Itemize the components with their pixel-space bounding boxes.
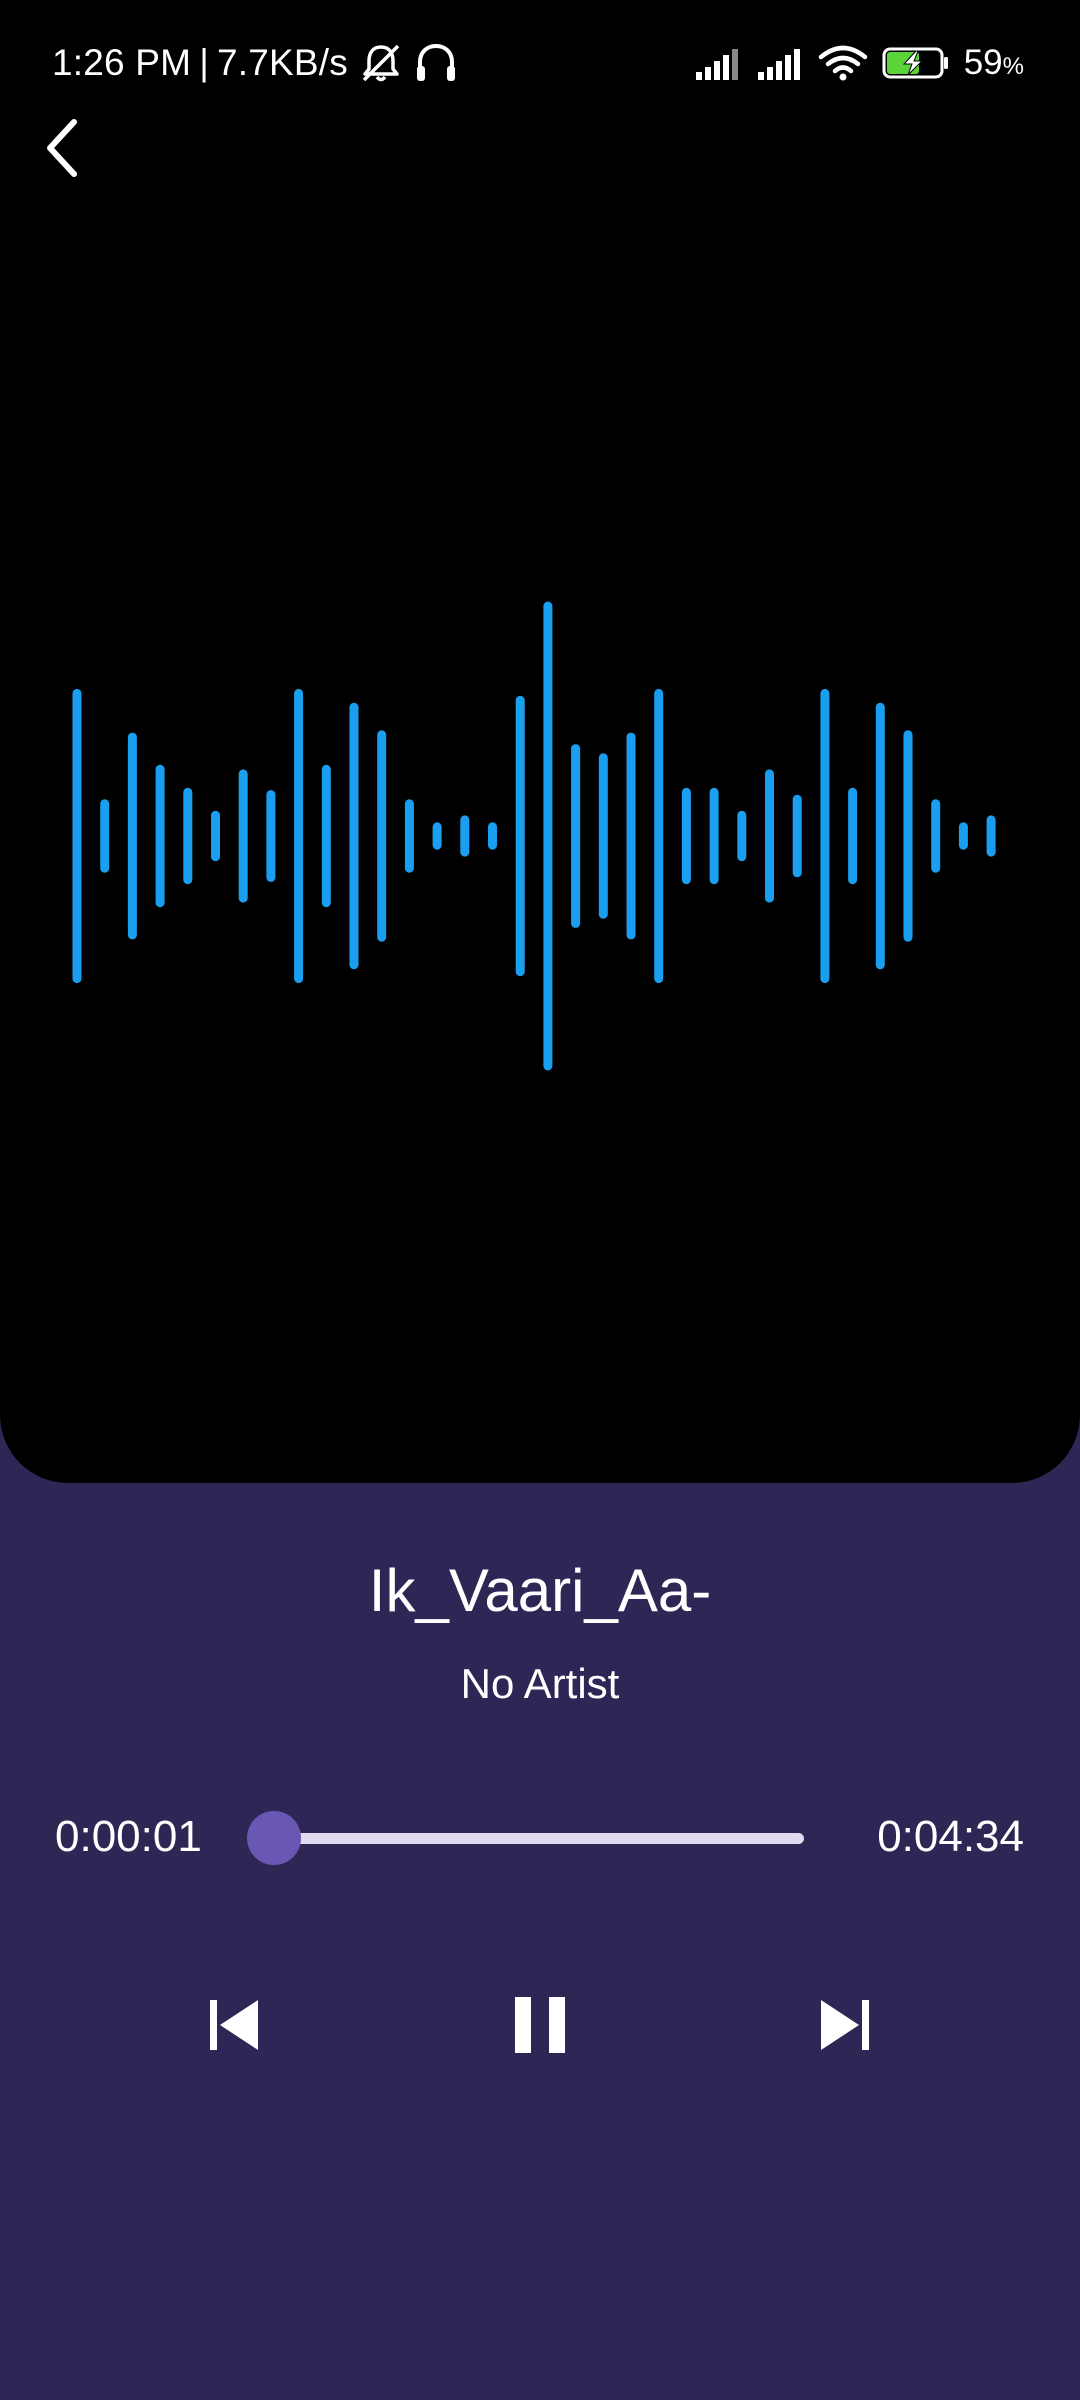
signal-icon bbox=[757, 49, 800, 80]
headphones-icon bbox=[417, 43, 455, 81]
seek-slider[interactable] bbox=[247, 1808, 810, 1868]
total-time: 0:04:34 bbox=[877, 1812, 1024, 1861]
back-button[interactable] bbox=[30, 108, 94, 188]
status-right: 59% bbox=[694, 38, 1024, 88]
song-artist: No Artist bbox=[460, 1660, 620, 1707]
audio-waveform bbox=[72, 601, 996, 1071]
visualizer-panel bbox=[0, 0, 1080, 1483]
network-speed: 7.7KB/s bbox=[217, 42, 348, 83]
mute-icon bbox=[362, 44, 400, 82]
status-left: 1:26 PM | 7.7KB/s bbox=[52, 38, 458, 88]
battery-charging-icon bbox=[882, 47, 948, 79]
next-button[interactable] bbox=[800, 1985, 890, 2065]
battery-percentage: 59% bbox=[964, 43, 1024, 83]
skip-previous-icon bbox=[210, 2000, 258, 2050]
status-time: 1:26 PM bbox=[52, 42, 192, 83]
previous-button[interactable] bbox=[189, 1985, 279, 2065]
pause-icon bbox=[515, 1997, 565, 2053]
battery-value: 59 bbox=[963, 43, 1003, 82]
skip-next-icon bbox=[821, 2000, 869, 2050]
status-bar: 1:26 PM | 7.7KB/s 59% bbox=[0, 0, 1080, 120]
seek-track bbox=[274, 1833, 804, 1844]
back-arrow-icon bbox=[47, 119, 77, 177]
status-separator: | bbox=[199, 42, 210, 83]
seek-thumb[interactable] bbox=[247, 1811, 301, 1865]
wifi-icon bbox=[818, 45, 867, 81]
music-player-screen: 1:26 PM | 7.7KB/s 59% Ik_Vaari_Aa- No Ar… bbox=[0, 0, 1080, 2400]
song-title: Ik_Vaari_Aa- bbox=[368, 1557, 712, 1624]
pause-button[interactable] bbox=[495, 1985, 585, 2065]
battery-unit: % bbox=[1002, 53, 1024, 80]
signal-icon bbox=[695, 49, 738, 80]
current-time: 0:00:01 bbox=[55, 1812, 202, 1861]
